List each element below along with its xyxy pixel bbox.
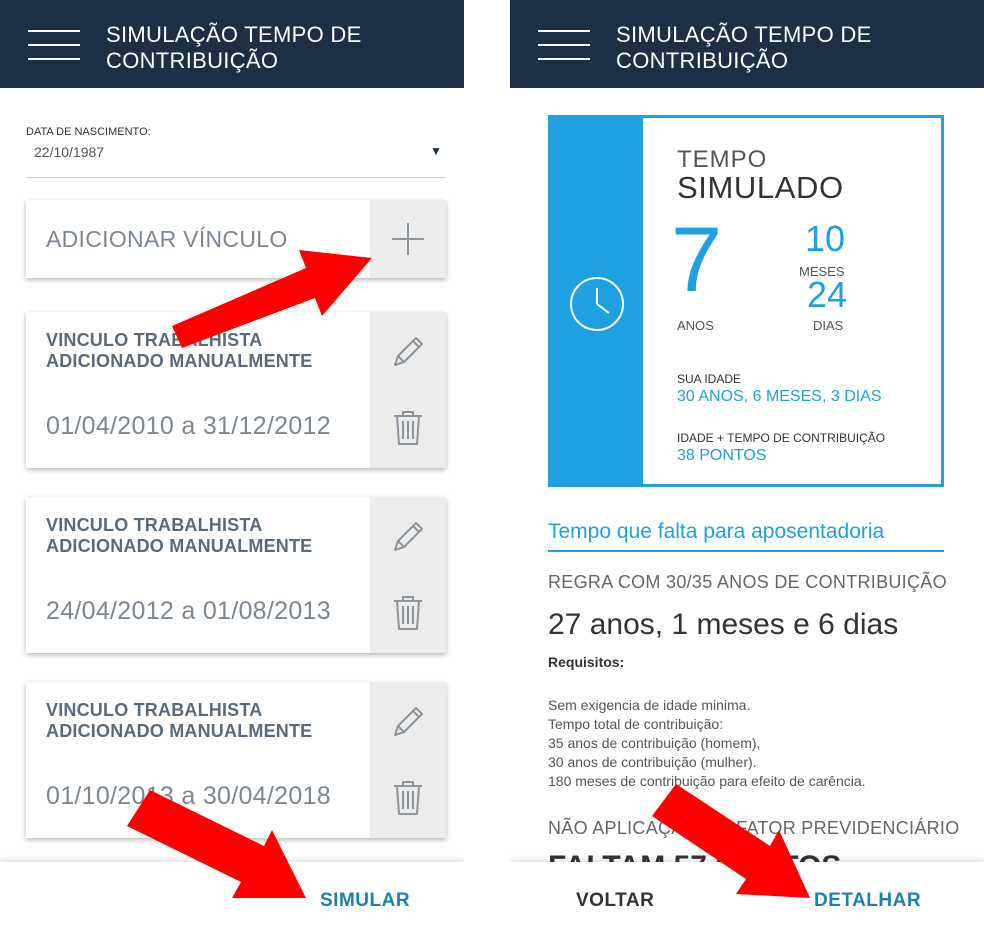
delete-vinculo-button[interactable]: [370, 760, 446, 838]
requirement-line: Tempo total de contribuição:: [548, 716, 724, 732]
dropdown-arrow-icon[interactable]: ▼: [430, 144, 442, 158]
title-line-2: CONTRIBUIÇÃO: [106, 48, 279, 73]
requirements-list: Sem exigencia de idade minima. Tempo tot…: [548, 696, 866, 791]
simulated-title-line-2: SIMULADO: [677, 170, 844, 205]
requirement-line: 180 meses de contribuição para efeito de…: [548, 773, 866, 789]
months-value: 10: [805, 218, 846, 259]
screen-simulation-input: SIMULAÇÃO TEMPO DE CONTRIBUIÇÃO DATA DE …: [0, 0, 464, 942]
vinculo-title-line-1: VINCULO TRABALHISTA: [46, 515, 263, 535]
vinculo-title-line-1: VINCULO TRABALHISTA: [46, 700, 263, 720]
requirements-label: Requisitos:: [548, 654, 625, 670]
card-side-panel: [370, 312, 446, 468]
trash-icon: [394, 781, 422, 815]
card-accent-panel: [551, 118, 643, 484]
trash-icon: [394, 596, 422, 630]
title-line-1: SIMULAÇÃO TEMPO DE: [616, 22, 872, 47]
points-remaining-text: FALTAM 57 PONTOS: [548, 850, 841, 862]
birth-date-label: DATA DE NASCIMENTO:: [26, 126, 151, 138]
vinculo-dates: 01/04/2010 a 31/12/2012: [46, 412, 331, 440]
trash-icon: [394, 411, 422, 445]
vinculo-title: VINCULO TRABALHISTA ADICIONADO MANUALMEN…: [46, 700, 366, 742]
detail-button[interactable]: DETALHAR: [814, 890, 921, 912]
title-line-2: CONTRIBUIÇÃO: [616, 48, 789, 73]
vinculo-dates: 24/04/2012 a 01/08/2013: [46, 597, 331, 625]
vinculo-title: VINCULO TRABALHISTA ADICIONADO MANUALMEN…: [46, 330, 366, 372]
edit-vinculo-button[interactable]: [370, 312, 446, 390]
no-factor-title: NÃO APLICAÇÃO DO FATOR PREVIDENCIÁRIO: [548, 818, 960, 838]
edit-vinculo-button[interactable]: [370, 497, 446, 575]
pencil-icon: [394, 522, 423, 551]
birth-date-field[interactable]: 22/10/1987: [34, 144, 104, 160]
menu-icon[interactable]: [28, 30, 80, 60]
years-value: 7: [671, 209, 723, 311]
days-value: 24: [807, 274, 848, 315]
requirement-line: 35 anos de contribuição (homem),: [548, 735, 761, 751]
vinculo-card: VINCULO TRABALHISTA ADICIONADO MANUALMEN…: [26, 497, 446, 653]
add-vinculo-card[interactable]: ADICIONAR VÍNCULO: [26, 200, 446, 278]
edit-vinculo-button[interactable]: [370, 682, 446, 760]
remaining-value: 27 anos, 1 meses e 6 dias: [548, 608, 899, 641]
points-label: IDADE + TEMPO DE CONTRIBUIÇÃO: [677, 431, 886, 445]
pencil-icon: [394, 707, 423, 736]
back-button[interactable]: VOLTAR: [576, 890, 654, 912]
remaining-section-title: Tempo que falta para aposentadoria: [548, 520, 885, 543]
pencil-icon: [394, 337, 423, 366]
simulated-time-card: TEMPO SIMULADO 7 ANOS 10 MESES 24 DIAS S…: [548, 115, 944, 487]
days-label: DIAS: [813, 318, 844, 333]
requirement-line: 30 anos de contribuição (mulher).: [548, 754, 757, 770]
vinculo-dates: 01/10/2013 a 30/04/2018: [46, 782, 331, 810]
page-title: SIMULAÇÃO TEMPO DE CONTRIBUIÇÃO: [616, 22, 916, 74]
years-label: ANOS: [677, 318, 714, 333]
app-header: SIMULAÇÃO TEMPO DE CONTRIBUIÇÃO: [0, 0, 464, 88]
age-value: 30 ANOS, 6 MESES, 3 DIAS: [677, 388, 882, 405]
clock-icon: [570, 277, 624, 331]
plus-icon: [392, 223, 424, 255]
title-line-1: SIMULAÇÃO TEMPO DE: [106, 22, 362, 47]
add-vinculo-label: ADICIONAR VÍNCULO: [46, 226, 288, 252]
rule-title: REGRA COM 30/35 ANOS DE CONTRIBUIÇÃO: [548, 572, 947, 592]
vinculo-title-line-1: VINCULO TRABALHISTA: [46, 330, 263, 350]
card-side-panel: [370, 682, 446, 838]
bottom-action-bar: SIMULAR: [0, 862, 464, 942]
vinculo-card: VINCULO TRABALHISTA ADICIONADO MANUALMEN…: [26, 682, 446, 838]
add-vinculo-button[interactable]: [370, 200, 446, 278]
simulated-content: TEMPO SIMULADO 7 ANOS 10 MESES 24 DIAS S…: [643, 118, 941, 484]
card-side-panel: [370, 200, 446, 278]
vinculo-title: VINCULO TRABALHISTA ADICIONADO MANUALMEN…: [46, 515, 366, 557]
menu-icon[interactable]: [538, 30, 590, 60]
vinculo-title-line-2: ADICIONADO MANUALMENTE: [46, 536, 313, 556]
vinculo-title-line-2: ADICIONADO MANUALMENTE: [46, 351, 313, 371]
field-underline: [26, 177, 446, 178]
screen-simulation-result: SIMULAÇÃO TEMPO DE CONTRIBUIÇÃO TEMPO SI…: [510, 0, 984, 942]
page-title: SIMULAÇÃO TEMPO DE CONTRIBUIÇÃO: [106, 22, 406, 74]
delete-vinculo-button[interactable]: [370, 390, 446, 468]
age-label: SUA IDADE: [677, 372, 742, 386]
card-side-panel: [370, 497, 446, 653]
simulate-button[interactable]: SIMULAR: [320, 890, 410, 912]
app-header: SIMULAÇÃO TEMPO DE CONTRIBUIÇÃO: [510, 0, 984, 88]
vinculo-card: VINCULO TRABALHISTA ADICIONADO MANUALMEN…: [26, 312, 446, 468]
bottom-action-bar: VOLTAR DETALHAR: [510, 862, 984, 942]
delete-vinculo-button[interactable]: [370, 575, 446, 653]
section-divider: [548, 550, 944, 552]
points-value: 38 PONTOS: [677, 447, 767, 464]
vinculo-title-line-2: ADICIONADO MANUALMENTE: [46, 721, 313, 741]
points-remaining-partial: FALTAM 57 PONTOS: [548, 848, 848, 862]
requirement-line: Sem exigencia de idade minima.: [548, 697, 751, 713]
